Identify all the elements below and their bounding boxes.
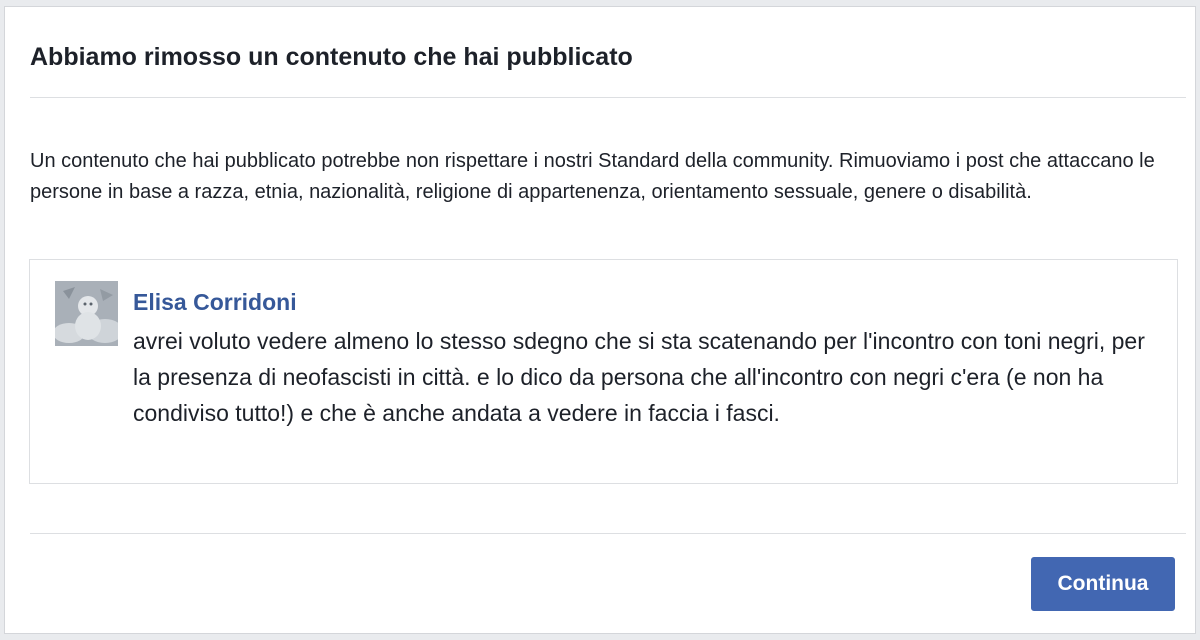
continue-button[interactable]: Continua xyxy=(1031,557,1175,611)
avatar-photo-icon xyxy=(55,281,118,346)
title-divider xyxy=(30,97,1186,98)
dialog-message: Un contenuto che hai pubblicato potrebbe… xyxy=(30,150,1155,203)
removed-post-preview: Elisa Corridoni avrei voluto vedere alme… xyxy=(29,259,1178,484)
post-text: avrei voluto vedere almeno lo stesso sde… xyxy=(133,328,1145,426)
footer-divider xyxy=(30,533,1186,534)
post-author-name[interactable]: Elisa Corridoni xyxy=(133,287,297,317)
author-avatar[interactable] xyxy=(55,281,118,346)
dialog-title: Abbiamo rimosso un contenuto che hai pub… xyxy=(30,43,633,71)
content-removed-dialog: Abbiamo rimosso un contenuto che hai pub… xyxy=(4,6,1196,634)
